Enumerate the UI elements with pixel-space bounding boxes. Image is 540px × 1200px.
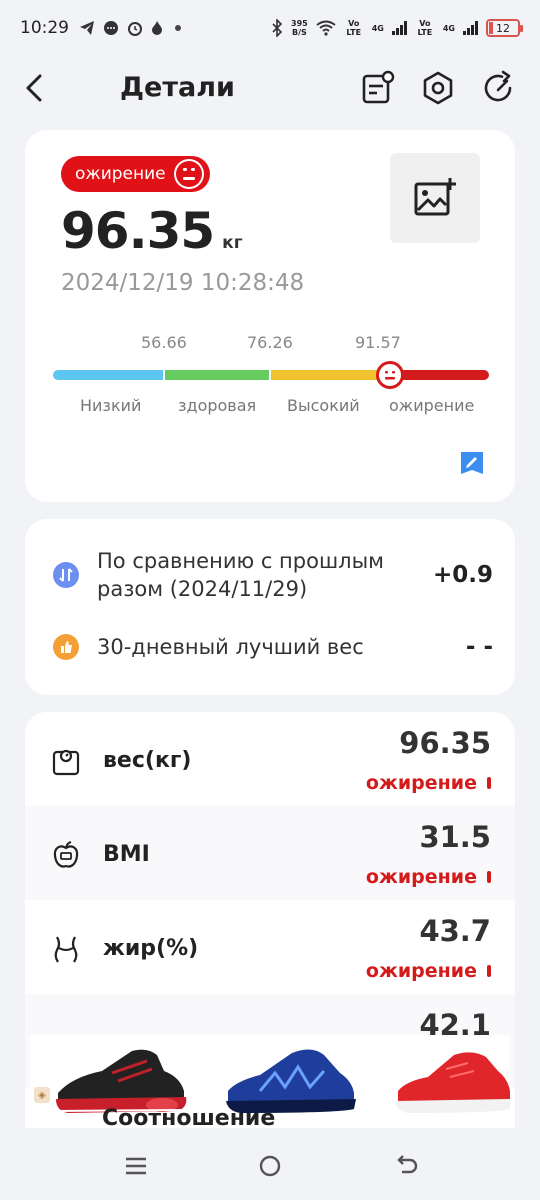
best-weight-value: - -: [465, 634, 493, 660]
previous-comparison-value: +0.9: [432, 562, 493, 588]
best-weight-label: 30-дневный лучший вес: [97, 635, 364, 659]
red-sneaker-image: [396, 1052, 510, 1113]
chat-icon: [104, 21, 118, 35]
metric-name: вес(кг): [103, 748, 192, 773]
metric-row-bmi[interactable]: BMI 31.5 ожирение: [25, 806, 515, 900]
threshold-1: 56.66: [141, 333, 187, 352]
metric-value: 96.35: [399, 726, 491, 760]
status-bar: 10:29 395 B/S Vo LTE 4G Vo LTE 4G 12: [0, 0, 540, 56]
metric-name: жир(%): [103, 936, 199, 961]
sim2-gen: 4G: [442, 23, 455, 33]
bluetooth-icon: [272, 19, 283, 37]
settings-hexagon-icon[interactable]: [418, 68, 458, 108]
app-header: Детали: [0, 58, 540, 118]
scale-segment-low: [53, 370, 163, 380]
summary-card: ожирение 96.35 кг 2024/12/19 10:28:48 56…: [25, 130, 515, 502]
neutral-face-icon: [173, 159, 204, 189]
weight-unit: кг: [222, 233, 243, 253]
net-speed: 395 B/S: [291, 19, 308, 37]
sim1-signal-icon: [391, 21, 407, 35]
sim2-volte: Vo LTE: [417, 19, 433, 37]
scale-segment-healthy: [165, 370, 269, 380]
metric-name: BMI: [103, 842, 150, 867]
back-nav-icon[interactable]: [390, 1150, 422, 1182]
menu-icon[interactable]: [120, 1150, 152, 1182]
threshold-3: 91.57: [355, 333, 401, 352]
home-icon[interactable]: [254, 1150, 286, 1182]
weight-display: 96.35 кг: [61, 202, 243, 260]
edit-icon[interactable]: [459, 450, 485, 476]
metric-status: ожирение: [366, 772, 491, 794]
wifi-icon: [316, 20, 336, 36]
status-badge: ожирение: [61, 156, 210, 192]
measurement-datetime: 2024/12/19 10:28:48: [61, 270, 305, 296]
status-badge-label: ожирение: [75, 164, 166, 184]
sim1-volte: Vo LTE: [346, 19, 362, 37]
back-icon[interactable]: [18, 70, 54, 106]
alarm-icon: [128, 22, 142, 36]
sim2-signal-icon: [463, 21, 478, 35]
compare-arrows-icon: [53, 562, 79, 588]
metric-value: 43.7: [419, 914, 491, 948]
scale-icon: [52, 749, 80, 776]
previous-comparison-label: По сравнению с прошлым разом (2024/11/29…: [97, 549, 385, 601]
share-refresh-icon[interactable]: [478, 68, 518, 108]
scale-marker-face-icon: [376, 361, 404, 389]
threshold-2: 76.26: [247, 333, 293, 352]
battery-icon: 12: [486, 19, 523, 37]
waist-icon: [54, 936, 78, 963]
status-time: 10:29: [20, 18, 69, 38]
dot-icon: [175, 25, 181, 31]
ad-logo-icon: ◈: [34, 1087, 50, 1103]
metric-row-fat[interactable]: жир(%) 43.7 ожирение: [25, 900, 515, 994]
system-nav-bar: [0, 1128, 540, 1200]
add-photo-button[interactable]: [390, 153, 480, 243]
add-image-icon: [414, 178, 456, 216]
telegram-icon: [80, 21, 94, 35]
battery-level: 12: [496, 21, 510, 35]
metric-status: ожирение: [366, 960, 491, 982]
best-weight-row[interactable]: 30-дневный лучший вес - -: [53, 633, 493, 661]
thumbs-up-icon: [53, 634, 79, 660]
scale-segment-high: [271, 370, 377, 380]
category-healthy: здоровая: [178, 396, 257, 415]
report-icon[interactable]: [357, 68, 397, 108]
weight-value: 96.35: [61, 202, 215, 260]
fire-icon: [152, 21, 162, 35]
sim1-gen: 4G: [371, 23, 384, 33]
category-obese: ожирение: [389, 396, 475, 415]
comparison-card: По сравнению с прошлым разом (2024/11/29…: [25, 519, 515, 695]
category-high: Высокий: [287, 396, 360, 415]
metric-row-weight[interactable]: вес(кг) 96.35 ожирение: [25, 712, 515, 806]
metric-value: 31.5: [419, 820, 491, 854]
apple-icon: [53, 841, 79, 868]
category-low: Низкий: [80, 396, 142, 415]
previous-comparison-row[interactable]: По сравнению с прошлым разом (2024/11/29…: [53, 547, 493, 603]
page-title: Детали: [120, 72, 235, 103]
bmi-scale-bar: [53, 370, 489, 380]
metric-status: ожирение: [366, 866, 491, 888]
